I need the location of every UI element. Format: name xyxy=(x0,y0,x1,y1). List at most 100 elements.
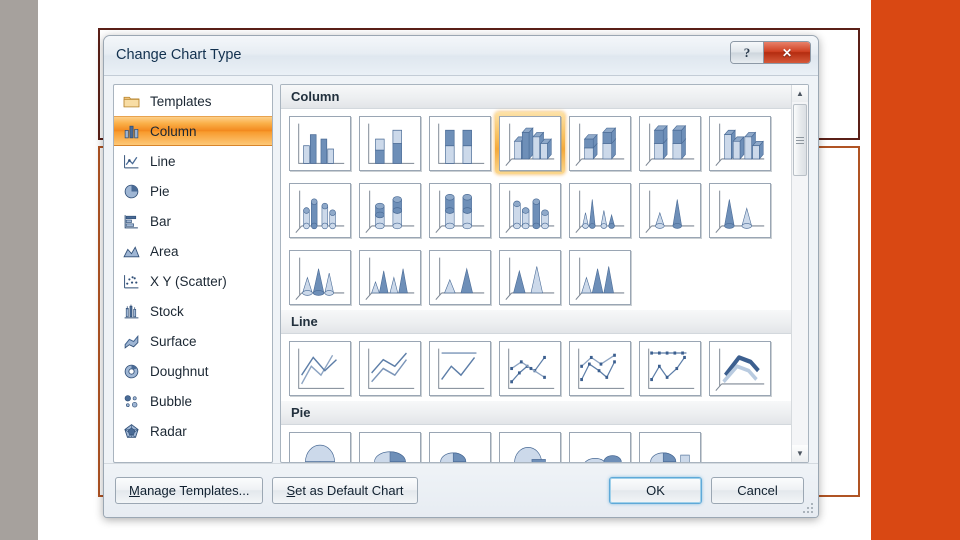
ok-button[interactable]: OK xyxy=(609,477,702,504)
sidebar-item-label: X Y (Scatter) xyxy=(150,273,227,289)
gallery-row xyxy=(281,243,791,310)
chart-type-3d-pyramid[interactable] xyxy=(565,246,635,308)
chart-type-stacked-cone[interactable] xyxy=(635,179,705,241)
scroll-up-button[interactable]: ▲ xyxy=(792,85,808,102)
thumbnail-stacked-column-in-3d xyxy=(569,115,631,171)
slide-left-accent-bar xyxy=(0,0,38,540)
sidebar-item-label: Stock xyxy=(150,303,184,319)
sidebar-item-pie[interactable]: Pie xyxy=(114,176,272,206)
radar-chart-icon xyxy=(123,423,140,440)
chart-type-clustered-column[interactable] xyxy=(285,112,355,174)
thumbnail-stacked-cone xyxy=(639,182,701,238)
stock-chart-icon xyxy=(123,303,140,320)
sidebar-item-templates[interactable]: Templates xyxy=(114,86,272,116)
chart-type-100-percent-stacked-line-with-markers[interactable] xyxy=(635,337,705,399)
dialog-title: Change Chart Type xyxy=(116,47,242,63)
bubble-chart-icon xyxy=(123,393,140,410)
chart-type-100-percent-stacked-column[interactable] xyxy=(425,112,495,174)
sidebar-item-label: Surface xyxy=(150,333,197,349)
chart-type-3d-column[interactable] xyxy=(705,112,775,174)
chart-type-3d-clustered-column[interactable] xyxy=(495,112,565,174)
chart-type-stacked-column-in-3d[interactable] xyxy=(565,112,635,174)
sidebar-item-stock[interactable]: Stock xyxy=(114,296,272,326)
thumbnail-100-percent-stacked-cylinder xyxy=(429,182,491,238)
scroll-down-button[interactable]: ▼ xyxy=(792,445,808,462)
gallery-row xyxy=(281,425,791,462)
thumbnail-clustered-cone xyxy=(569,182,631,238)
scrollbar-track[interactable] xyxy=(792,102,808,445)
chart-type-stacked-line-with-markers[interactable] xyxy=(565,337,635,399)
thumbnail-100-percent-stacked-cone xyxy=(709,182,771,238)
chart-type-pie[interactable] xyxy=(285,428,355,462)
sidebar-item-bar[interactable]: Bar xyxy=(114,206,272,236)
thumbnail-clustered-cylinder xyxy=(289,182,351,238)
thumbnail-stacked-cylinder xyxy=(359,182,421,238)
sidebar-item-column[interactable]: Column xyxy=(114,116,272,146)
chart-type-bar-of-pie[interactable] xyxy=(635,428,705,462)
gallery-section-header-line: Line xyxy=(281,310,791,334)
sidebar-item-line[interactable]: Line xyxy=(114,146,272,176)
chart-type-pie-of-pie[interactable] xyxy=(425,428,495,462)
chart-type-100-percent-stacked-pyramid[interactable] xyxy=(495,246,565,308)
thumbnail-clustered-pyramid xyxy=(359,249,421,305)
thumbnail-line-with-markers xyxy=(499,340,561,396)
chart-type-100-percent-stacked-cone[interactable] xyxy=(705,179,775,241)
set-default-chart-button[interactable]: Set as Default Chart xyxy=(272,477,418,504)
chart-type-stacked-line[interactable] xyxy=(355,337,425,399)
chart-type-exploded-pie[interactable] xyxy=(495,428,565,462)
help-icon[interactable]: ? xyxy=(731,42,764,63)
sidebar-item-surface[interactable]: Surface xyxy=(114,326,272,356)
sidebar-item-label: Area xyxy=(150,243,179,259)
sidebar-item-doughnut[interactable]: Doughnut xyxy=(114,356,272,386)
chart-category-list[interactable]: Templates Column Line Pie Bar Area X Y (Scatte… xyxy=(113,84,273,463)
manage-templates-button[interactable]: Manage Templates... xyxy=(115,477,264,504)
chart-type-clustered-cylinder[interactable] xyxy=(285,179,355,241)
resize-grip-icon[interactable] xyxy=(803,503,815,515)
sidebar-item-area[interactable]: Area xyxy=(114,236,272,266)
gallery-scrollbar[interactable]: ▲ ▼ xyxy=(791,85,808,462)
thumbnail-pie xyxy=(289,431,351,462)
chart-type-clustered-pyramid[interactable] xyxy=(355,246,425,308)
gallery-section-header-column: Column xyxy=(281,85,791,109)
chart-type-line-with-markers[interactable] xyxy=(495,337,565,399)
window-controls: ? ✕ xyxy=(730,41,811,64)
column-chart-icon xyxy=(123,123,140,140)
sidebar-item-label: Templates xyxy=(150,93,212,109)
chart-type-stacked-pyramid[interactable] xyxy=(425,246,495,308)
thumbnail-pie-in-3d xyxy=(359,431,421,462)
pie-chart-icon xyxy=(123,183,140,200)
thumbnail-exploded-pie-in-3d xyxy=(569,431,631,462)
chart-type-clustered-cone[interactable] xyxy=(565,179,635,241)
sidebar-item-x-y-scatter[interactable]: X Y (Scatter) xyxy=(114,266,272,296)
sidebar-item-label: Line xyxy=(150,153,176,169)
thumbnail-3d-cone xyxy=(289,249,351,305)
dialog-titlebar[interactable]: Change Chart Type ? ✕ xyxy=(104,36,818,76)
close-icon[interactable]: ✕ xyxy=(764,42,810,63)
thumbnail-stacked-pyramid xyxy=(429,249,491,305)
chart-type-stacked-cylinder[interactable] xyxy=(355,179,425,241)
chevron-down-icon: ▼ xyxy=(796,448,804,458)
gallery-row xyxy=(281,176,791,243)
chart-type-line[interactable] xyxy=(285,337,355,399)
thumbnail-3d-pyramid xyxy=(569,249,631,305)
chart-type-3d-line[interactable] xyxy=(705,337,775,399)
chart-type-100-percent-stacked-line[interactable] xyxy=(425,337,495,399)
sidebar-item-radar[interactable]: Radar xyxy=(114,416,272,446)
dialog-footer: Manage Templates... Set as Default Chart… xyxy=(104,463,818,517)
thumbnail-3d-cylinder xyxy=(499,182,561,238)
cancel-button[interactable]: Cancel xyxy=(711,477,804,504)
chart-type-exploded-pie-in-3d[interactable] xyxy=(565,428,635,462)
chart-type-100-percent-stacked-column-in-3d[interactable] xyxy=(635,112,705,174)
chart-type-3d-cylinder[interactable] xyxy=(495,179,565,241)
chart-type-stacked-column[interactable] xyxy=(355,112,425,174)
sidebar-item-bubble[interactable]: Bubble xyxy=(114,386,272,416)
chart-type-100-percent-stacked-cylinder[interactable] xyxy=(425,179,495,241)
sidebar-item-label: Bubble xyxy=(150,393,193,409)
chart-type-pie-in-3d[interactable] xyxy=(355,428,425,462)
chart-type-3d-cone[interactable] xyxy=(285,246,355,308)
thumbnail-line xyxy=(289,340,351,396)
change-chart-type-dialog: Change Chart Type ? ✕ Templates Column Lin… xyxy=(103,35,819,518)
thumbnail-stacked-line-with-markers xyxy=(569,340,631,396)
thumbnail-3d-line xyxy=(709,340,771,396)
scrollbar-thumb[interactable] xyxy=(793,104,807,176)
